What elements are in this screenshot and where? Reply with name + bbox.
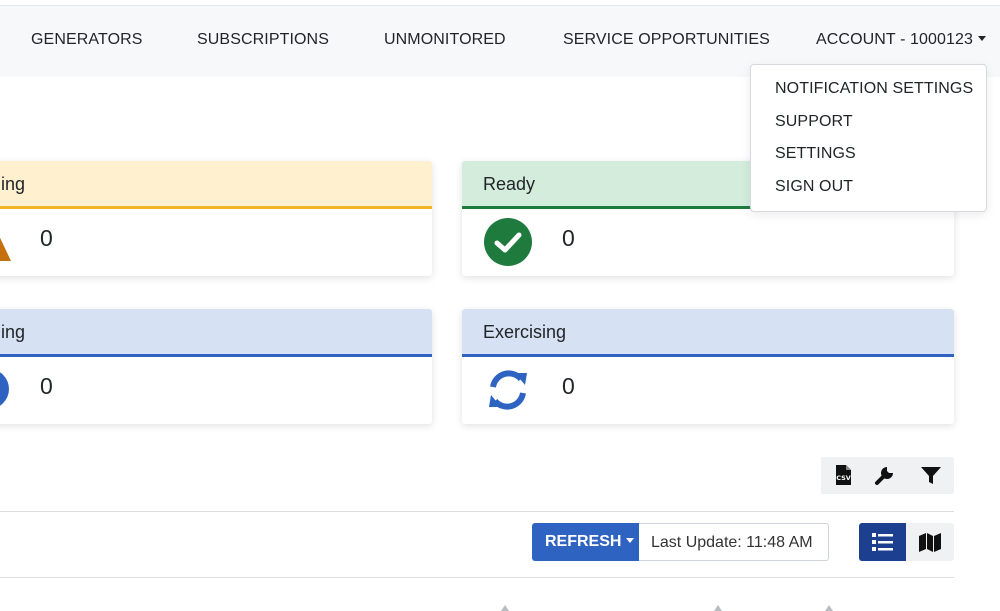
card-body: 0	[0, 209, 432, 275]
warning-icon	[0, 237, 11, 261]
sort-arrow-icon[interactable]	[501, 605, 509, 611]
sort-arrow-icon[interactable]	[825, 605, 833, 611]
nav-unmonitored[interactable]: UNMONITORED	[384, 31, 506, 49]
account-label: ACCOUNT - 1000123	[816, 31, 974, 48]
caret-down-icon	[626, 538, 635, 543]
card-header: ing	[0, 161, 432, 209]
menu-item-sign-out[interactable]: SIGN OUT	[775, 178, 853, 196]
card-count: 0	[40, 373, 53, 399]
status-card-warning[interactable]: ing 0	[0, 161, 432, 276]
caret-down-icon	[978, 36, 987, 41]
card-count: 0	[562, 373, 575, 399]
csv-label: CSV	[836, 474, 851, 482]
divider	[0, 577, 954, 578]
card-title: Exercising	[483, 322, 567, 342]
card-title: ing	[1, 174, 26, 194]
wrench-icon[interactable]	[874, 464, 896, 486]
card-count: 0	[40, 225, 53, 251]
card-body: 0	[462, 209, 954, 275]
menu-item-settings[interactable]: SETTINGS	[775, 145, 856, 163]
last-update-text: Last Update: 11:48 AM	[639, 523, 829, 561]
card-body: 0	[462, 357, 954, 423]
sort-arrow-icon[interactable]	[714, 605, 722, 611]
menu-item-notification-settings[interactable]: NOTIFICATION SETTINGS	[775, 80, 973, 98]
menu-item-support[interactable]: SUPPORT	[775, 113, 853, 131]
map-view-button[interactable]	[906, 523, 954, 561]
check-circle-icon	[484, 218, 532, 266]
sync-icon	[489, 370, 527, 410]
card-header: ing	[0, 309, 432, 357]
account-dropdown-menu: NOTIFICATION SETTINGS SUPPORT SETTINGS S…	[750, 64, 987, 212]
card-header: Exercising	[462, 309, 954, 357]
status-card-running[interactable]: ing 0	[0, 309, 432, 424]
status-card-exercising[interactable]: Exercising 0	[462, 309, 954, 424]
filter-icon[interactable]	[920, 464, 942, 486]
list-view-button[interactable]	[859, 523, 906, 561]
nav-account-dropdown[interactable]: ACCOUNT - 1000123	[816, 31, 987, 49]
table-toolbar: CSV	[821, 457, 954, 494]
refresh-label: REFRESH	[545, 533, 622, 550]
divider	[0, 511, 954, 512]
refresh-button[interactable]: REFRESH	[532, 523, 639, 561]
card-count: 0	[562, 225, 575, 251]
card-title: ing	[1, 322, 26, 342]
csv-file-icon[interactable]: CSV	[832, 464, 854, 486]
list-icon	[872, 533, 893, 551]
nav-service-opportunities[interactable]: SERVICE OPPORTUNITIES	[563, 31, 770, 49]
card-title: Ready	[483, 174, 536, 194]
card-body: 0	[0, 357, 432, 423]
nav-subscriptions[interactable]: SUBSCRIPTIONS	[197, 31, 329, 49]
nav-generators[interactable]: GENERATORS	[31, 31, 143, 49]
map-icon	[919, 533, 941, 552]
circle-icon	[0, 372, 9, 406]
